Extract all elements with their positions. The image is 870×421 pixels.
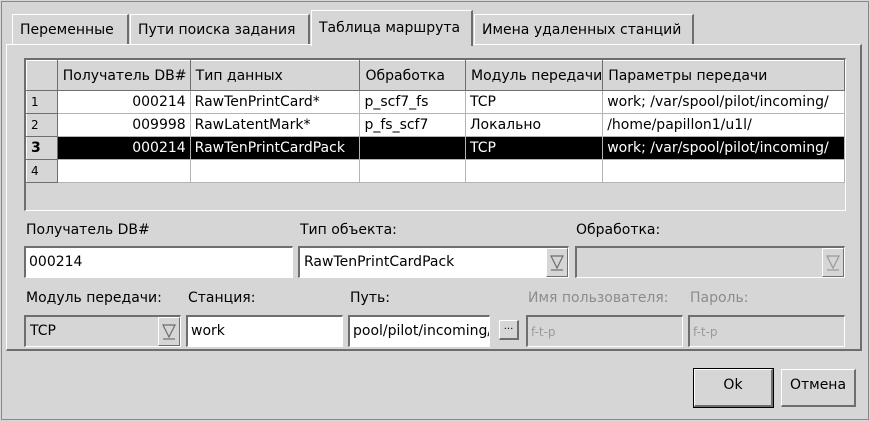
username-label: Имя пользователя: — [528, 290, 669, 306]
row-number[interactable]: 1 — [26, 90, 58, 114]
module-select[interactable]: TCP — [24, 315, 181, 347]
table-cell[interactable]: 000214 — [57, 136, 191, 160]
column-header-params[interactable]: Параметры передачи — [602, 60, 845, 91]
row-number[interactable]: 4 — [26, 159, 58, 183]
table-cell[interactable]: p_scf7_fs — [359, 90, 467, 114]
table-row[interactable]: 4 — [26, 159, 845, 183]
table-cell[interactable]: TCP — [465, 136, 604, 160]
tab-route-table[interactable]: Таблица маршрута — [311, 10, 473, 46]
column-header-module[interactable]: Модуль передачи — [465, 60, 604, 91]
station-label: Станция: — [188, 290, 256, 306]
table-cell[interactable]: TCP — [465, 90, 604, 114]
table-cell[interactable] — [359, 159, 467, 183]
cancel-button[interactable]: Отмена — [781, 369, 856, 407]
table-cell[interactable]: p_fs_scf7 — [359, 113, 467, 137]
station-input[interactable]: work — [186, 315, 343, 347]
object-type-select[interactable]: RawTenPrintCardPack — [298, 246, 569, 278]
table-row[interactable]: 1 000214 RawTenPrintCard* p_scf7_fs TCP … — [26, 90, 845, 114]
path-input[interactable]: pool/pilot/incoming/ — [348, 315, 490, 347]
processing-select — [575, 246, 845, 278]
password-input: f-t-p — [688, 315, 845, 347]
table-cell[interactable] — [465, 159, 604, 183]
table-cell[interactable]: Локально — [465, 113, 604, 137]
table-cell[interactable]: work; /var/spool/pilot/incoming/ — [602, 136, 845, 160]
module-label: Модуль передачи: — [26, 290, 162, 306]
chevron-down-icon[interactable] — [158, 317, 180, 346]
object-type-label: Тип объекта: — [300, 222, 397, 238]
column-header-processing[interactable]: Обработка — [359, 60, 467, 91]
chevron-down-icon[interactable] — [546, 248, 568, 277]
tab-search-paths[interactable]: Пути поиска задания — [130, 14, 310, 45]
table-cell[interactable] — [359, 136, 467, 160]
recipient-input[interactable]: 000214 — [24, 246, 293, 278]
table-row-selected[interactable]: 3 000214 RawTenPrintCardPack TCP work; /… — [26, 136, 845, 160]
table-cell[interactable]: RawLatentMark* — [190, 113, 361, 137]
path-label: Путь: — [350, 290, 390, 306]
table-cell[interactable]: 009998 — [57, 113, 191, 137]
table-cell[interactable]: /home/papillon1/u1l/ — [602, 113, 845, 137]
chevron-down-icon — [822, 248, 844, 277]
table-cell[interactable]: RawTenPrintCardPack — [190, 136, 361, 160]
row-number[interactable]: 2 — [26, 113, 58, 137]
table-cell[interactable]: RawTenPrintCard* — [190, 90, 361, 114]
table-cell[interactable] — [602, 159, 845, 183]
processing-label: Обработка: — [576, 222, 661, 238]
table-cell[interactable] — [190, 159, 361, 183]
table-row[interactable]: 2 009998 RawLatentMark* p_fs_scf7 Локаль… — [26, 113, 845, 137]
tab-label: Имена удаленных станций — [482, 22, 682, 38]
tab-variables[interactable]: Переменные — [12, 14, 129, 45]
username-input: f-t-p — [526, 315, 683, 347]
tab-label: Таблица маршрута — [319, 20, 461, 36]
ok-button[interactable]: Ok — [693, 368, 774, 408]
row-number[interactable]: 3 — [26, 136, 58, 160]
password-label: Пароль: — [690, 290, 749, 306]
route-grid: Получатель DB# Тип данных Обработка Моду… — [26, 60, 845, 183]
table-cell[interactable]: work; /var/spool/pilot/incoming/ — [602, 90, 845, 114]
browse-button[interactable]: ... — [499, 320, 519, 340]
tab-label: Переменные — [20, 22, 114, 38]
tab-label: Пути поиска задания — [138, 22, 296, 38]
tab-remote-stations[interactable]: Имена удаленных станций — [474, 14, 694, 45]
table-cell[interactable]: 000214 — [57, 90, 191, 114]
corner-header — [26, 60, 58, 91]
route-table[interactable]: Получатель DB# Тип данных Обработка Моду… — [24, 58, 846, 211]
column-header-data-type[interactable]: Тип данных — [189, 60, 361, 91]
object-type-value: RawTenPrintCardPack — [304, 254, 455, 270]
module-value: TCP — [30, 323, 56, 339]
column-header-recipient[interactable]: Получатель DB# — [56, 60, 191, 91]
table-cell[interactable] — [57, 159, 191, 183]
recipient-label: Получатель DB# — [26, 222, 150, 238]
